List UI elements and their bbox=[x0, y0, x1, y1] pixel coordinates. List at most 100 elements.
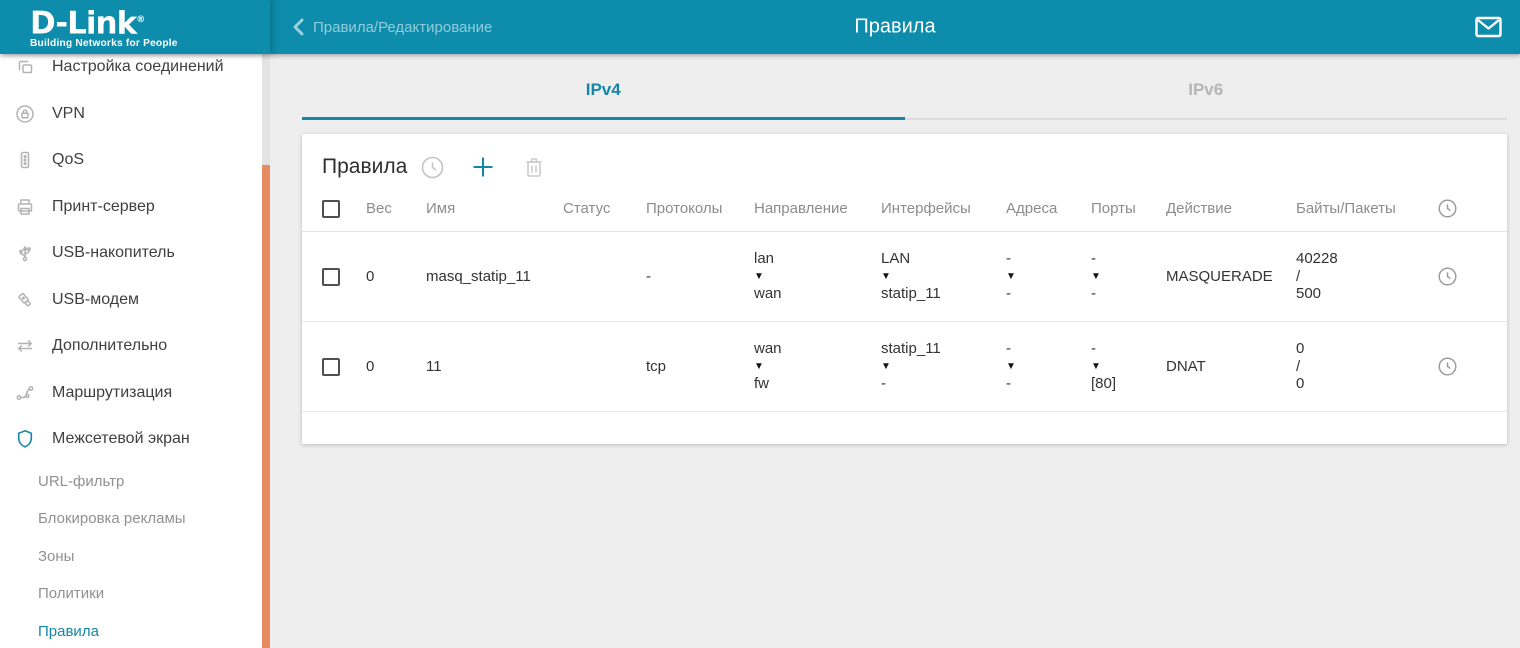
sidebar-subitem-rules[interactable]: Правила bbox=[0, 613, 270, 648]
col-bytes-packets: Байты/Пакеты bbox=[1296, 200, 1438, 217]
sidebar-item-vpn[interactable]: VPN bbox=[0, 91, 270, 138]
tab-bar: IPv4 IPv6 bbox=[270, 54, 1520, 120]
sidebar-subitem-policies[interactable]: Политики bbox=[0, 575, 270, 613]
table-footer bbox=[302, 412, 1507, 444]
connections-icon bbox=[14, 57, 36, 77]
dlink-logo: D-Link® Building Networks for People bbox=[0, 0, 270, 54]
cell-direction: wan ▼ fw bbox=[754, 340, 881, 393]
col-interfaces: Интерфейсы bbox=[881, 200, 1006, 217]
page-title: Правила bbox=[854, 16, 935, 39]
row-checkbox[interactable] bbox=[322, 358, 340, 376]
row-schedule-clock-icon[interactable] bbox=[1438, 267, 1487, 286]
table-row[interactable]: 0 11 tcp wan ▼ fw statip_11 ▼ - - ▼ - - … bbox=[302, 322, 1507, 412]
routing-icon bbox=[14, 383, 36, 403]
table-row[interactable]: 0 masq_statip_11 - lan ▼ wan LAN ▼ stati… bbox=[302, 232, 1507, 322]
history-clock-icon[interactable] bbox=[421, 156, 444, 179]
cell-ports: - ▼ - bbox=[1091, 250, 1166, 303]
arrow-down-icon: ▼ bbox=[1006, 268, 1091, 286]
sidebar-subitem-zones[interactable]: Зоны bbox=[0, 538, 270, 576]
select-all-checkbox[interactable] bbox=[322, 200, 340, 218]
cell-protocols: tcp bbox=[646, 358, 754, 375]
col-status: Статус bbox=[563, 200, 646, 217]
top-bar: D-Link® Building Networks for People Пра… bbox=[0, 0, 1520, 54]
cell-status bbox=[563, 358, 646, 375]
logo-title: D-Link® bbox=[30, 5, 270, 38]
sidebar-scrollbar-thumb[interactable] bbox=[262, 165, 270, 648]
tab-ipv6[interactable]: IPv6 bbox=[905, 54, 1508, 120]
cell-interfaces: statip_11 ▼ - bbox=[881, 340, 1006, 393]
sidebar-subitem-ad-block[interactable]: Блокировка рекламы bbox=[0, 500, 270, 538]
cell-weight: 0 bbox=[366, 358, 426, 375]
sidebar-item-usb-modem[interactable]: USB-модем bbox=[0, 277, 270, 324]
sidebar-item-label: QoS bbox=[52, 151, 84, 169]
rules-card: Правила Вес Имя Статус Протоколы Направл… bbox=[302, 134, 1507, 444]
sidebar-item-routing[interactable]: Маршрутизация bbox=[0, 370, 270, 417]
sidebar-scrollbar-track[interactable] bbox=[262, 54, 270, 648]
sidebar-item-label: Межсетевой экран bbox=[52, 430, 190, 448]
transfer-arrows-icon bbox=[14, 336, 36, 356]
arrow-down-icon: ▼ bbox=[1091, 358, 1166, 376]
cell-status bbox=[563, 268, 646, 285]
col-weight: Вес bbox=[366, 200, 426, 217]
cell-name: masq_statip_11 bbox=[426, 268, 563, 285]
sidebar-item-qos[interactable]: QoS bbox=[0, 137, 270, 184]
sidebar-nav: Настройка соединений VPN QoS Принт-серве… bbox=[0, 54, 270, 648]
top-bar-main: Правила/Редактирование Правила bbox=[270, 0, 1520, 54]
mail-icon[interactable] bbox=[1475, 17, 1502, 38]
sidebar-item-label: USB-модем bbox=[52, 291, 139, 309]
sidebar-subitem-url-filter[interactable]: URL-фильтр bbox=[0, 463, 270, 501]
col-schedule-clock-icon bbox=[1438, 199, 1487, 218]
arrow-down-icon: ▼ bbox=[881, 268, 1006, 286]
breadcrumb[interactable]: Правила/Редактирование bbox=[292, 18, 492, 36]
printer-icon bbox=[14, 197, 36, 217]
sidebar-item-label: USB-накопитель bbox=[52, 244, 175, 262]
sidebar-item-connections[interactable]: Настройка соединений bbox=[0, 54, 270, 91]
col-ports: Порты bbox=[1091, 200, 1166, 217]
cell-addresses: - ▼ - bbox=[1006, 340, 1091, 393]
usb-storage-icon bbox=[14, 243, 36, 263]
sidebar-item-label: Настройка соединений bbox=[52, 58, 224, 76]
sidebar-item-label: Маршрутизация bbox=[52, 384, 172, 402]
cell-name: 11 bbox=[426, 358, 563, 375]
breadcrumb-label: Правила/Редактирование bbox=[313, 19, 492, 36]
vpn-lock-icon bbox=[14, 104, 36, 124]
arrow-down-icon: ▼ bbox=[754, 358, 881, 376]
sidebar-item-print-server[interactable]: Принт-сервер bbox=[0, 184, 270, 231]
back-chevron-icon bbox=[292, 18, 304, 36]
table-header-row: Вес Имя Статус Протоколы Направление Инт… bbox=[302, 186, 1507, 232]
cell-direction: lan ▼ wan bbox=[754, 250, 881, 303]
main-content: IPv4 IPv6 Правила Вес Имя Статус Протоко… bbox=[270, 54, 1520, 648]
cell-addresses: - ▼ - bbox=[1006, 250, 1091, 303]
arrow-down-icon: ▼ bbox=[881, 358, 1006, 376]
cell-action: MASQUERADE bbox=[1166, 268, 1296, 285]
card-title: Правила bbox=[322, 155, 407, 179]
cell-protocols: - bbox=[646, 268, 754, 285]
tab-ipv4[interactable]: IPv4 bbox=[302, 54, 905, 120]
sidebar-item-usb-storage[interactable]: USB-накопитель bbox=[0, 230, 270, 277]
arrow-down-icon: ▼ bbox=[1091, 268, 1166, 286]
row-checkbox[interactable] bbox=[322, 268, 340, 286]
arrow-down-icon: ▼ bbox=[754, 268, 881, 286]
sidebar-item-firewall[interactable]: Межсетевой экран bbox=[0, 416, 270, 463]
usb-modem-icon bbox=[14, 290, 36, 310]
sidebar: Настройка соединений VPN QoS Принт-серве… bbox=[0, 54, 270, 648]
delete-rule-icon[interactable] bbox=[524, 156, 544, 178]
card-header: Правила bbox=[302, 134, 1507, 186]
sidebar-item-label: Дополнительно bbox=[52, 337, 167, 355]
row-schedule-clock-icon[interactable] bbox=[1438, 357, 1487, 376]
cell-bytes-packets: 40228 / 500 bbox=[1296, 250, 1438, 303]
col-direction: Направление bbox=[754, 200, 881, 217]
cell-interfaces: LAN ▼ statip_11 bbox=[881, 250, 1006, 303]
cell-weight: 0 bbox=[366, 268, 426, 285]
cell-ports: - ▼ [80] bbox=[1091, 340, 1166, 393]
col-name: Имя bbox=[426, 200, 563, 217]
col-action: Действие bbox=[1166, 200, 1296, 217]
cell-bytes-packets: 0 / 0 bbox=[1296, 340, 1438, 393]
sidebar-item-advanced[interactable]: Дополнительно bbox=[0, 323, 270, 370]
qos-icon bbox=[14, 150, 36, 170]
col-protocols: Протоколы bbox=[646, 200, 754, 217]
sidebar-item-label: Принт-сервер bbox=[52, 198, 155, 216]
logo-tagline: Building Networks for People bbox=[30, 38, 270, 49]
add-rule-icon[interactable] bbox=[470, 154, 496, 180]
arrow-down-icon: ▼ bbox=[1006, 358, 1091, 376]
